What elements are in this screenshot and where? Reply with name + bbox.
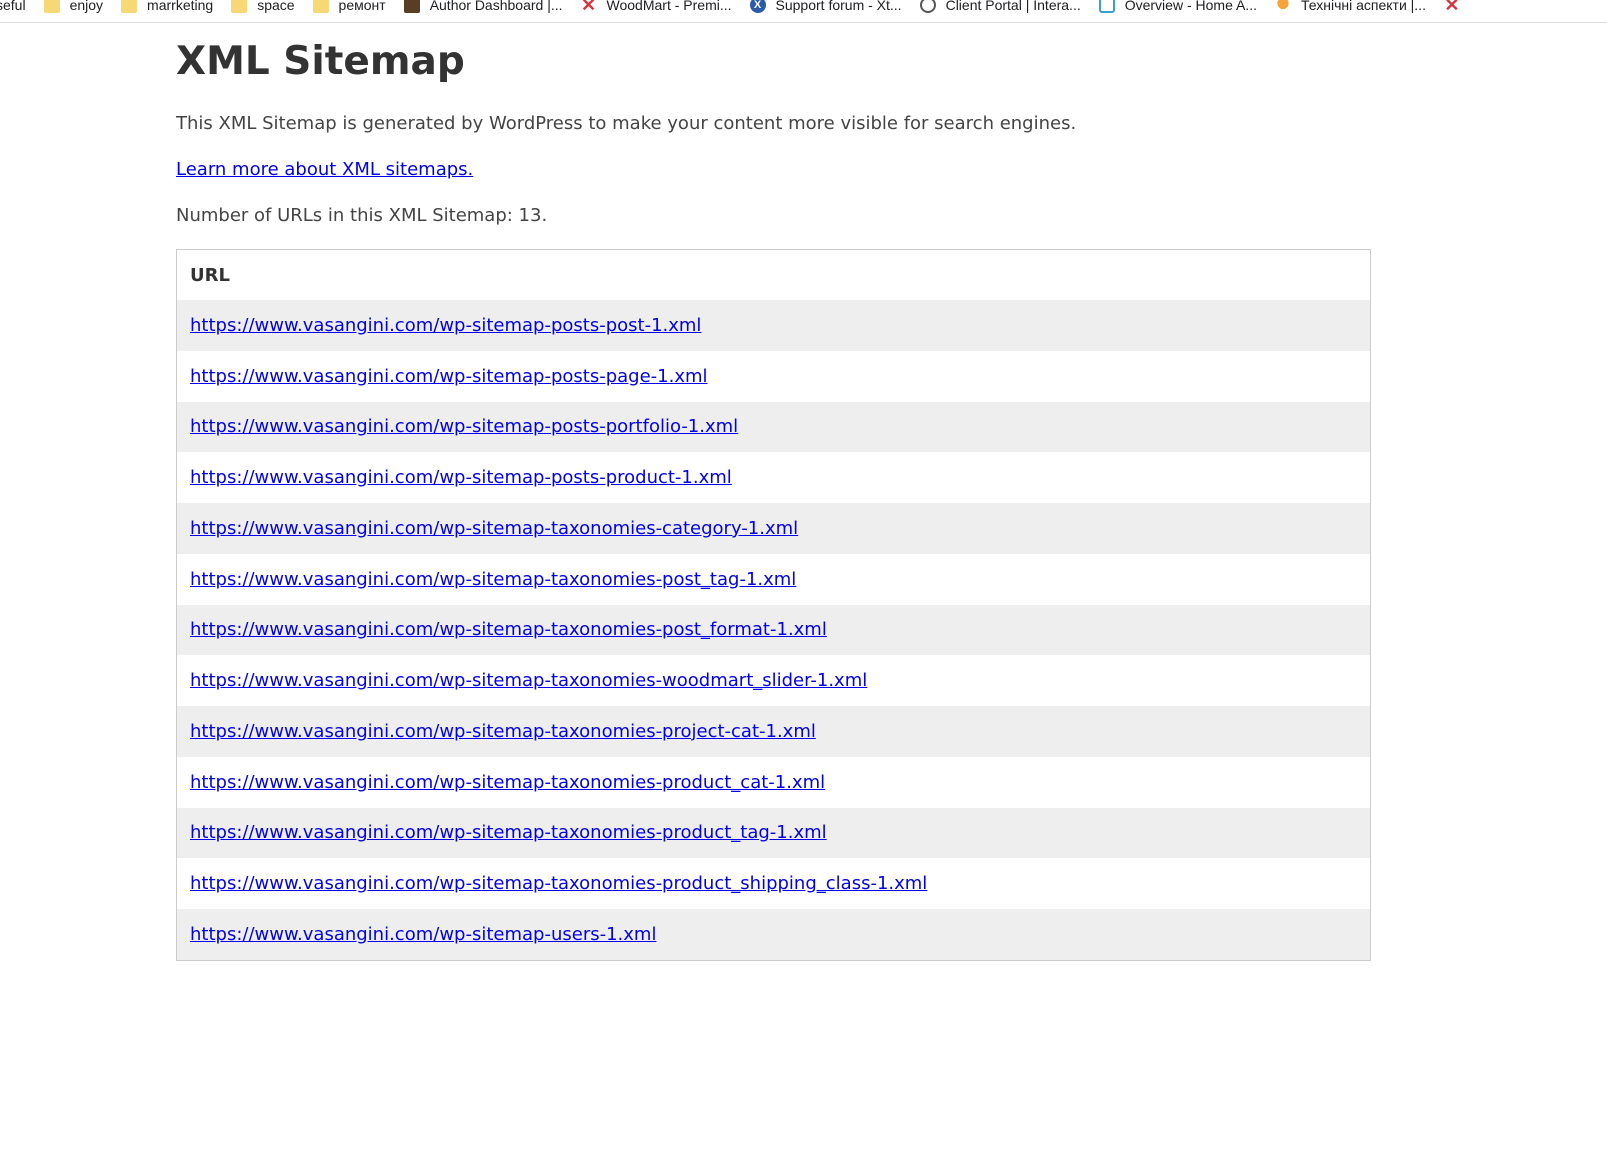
- folder-icon: [121, 0, 138, 13]
- bookmark-tech-aspects[interactable]: Технічні аспекти |...: [1274, 0, 1426, 13]
- bookmark-enjoy[interactable]: enjoy: [43, 0, 104, 13]
- bookmark-space[interactable]: space: [231, 0, 295, 13]
- client-portal-icon: [919, 0, 936, 13]
- folder-icon: [312, 0, 329, 13]
- sitemap-url-link[interactable]: https://www.vasangini.com/wp-sitemap-tax…: [190, 822, 827, 843]
- overview-icon: [1098, 0, 1115, 13]
- sitemap-content: XML Sitemap This XML Sitemap is generate…: [176, 22, 1372, 961]
- bookmark-label: Client Portal | Intera...: [945, 0, 1081, 13]
- bookmark-label: seful: [0, 0, 26, 13]
- sitemap-url-link[interactable]: https://www.vasangini.com/wp-sitemap-pos…: [190, 416, 738, 437]
- sitemap-table: URL https://www.vasangini.com/wp-sitemap…: [176, 249, 1371, 961]
- bookmark-remont[interactable]: ремонт: [312, 0, 386, 13]
- lightbulb-icon: [1274, 0, 1291, 13]
- column-header-url: URL: [190, 264, 230, 286]
- bookmark-author-dashboard[interactable]: Author Dashboard |...: [403, 0, 563, 13]
- table-row: https://www.vasangini.com/wp-sitemap-tax…: [176, 858, 1371, 909]
- page-title: XML Sitemap: [176, 39, 465, 84]
- bookmarks-bar: seful enjoy marrketing space ремонт Auth…: [0, 0, 1607, 23]
- sitemap-url-link[interactable]: https://www.vasangini.com/wp-sitemap-tax…: [190, 772, 825, 793]
- sitemap-description: This XML Sitemap is generated by WordPre…: [176, 113, 1077, 134]
- bookmark-label: space: [257, 0, 295, 13]
- table-row: https://www.vasangini.com/wp-sitemap-tax…: [176, 604, 1371, 656]
- sitemap-url-link[interactable]: https://www.vasangini.com/wp-sitemap-pos…: [190, 467, 732, 488]
- table-row: https://www.vasangini.com/wp-sitemap-tax…: [176, 756, 1371, 808]
- bookmark-label: Support forum - Xt...: [775, 0, 902, 13]
- table-header-row: URL: [177, 250, 1371, 301]
- sitemap-url-link[interactable]: https://www.vasangini.com/wp-sitemap-tax…: [190, 569, 796, 590]
- bookmark-marketing[interactable]: marrketing: [121, 0, 213, 13]
- table-row: https://www.vasangini.com/wp-sitemap-tax…: [176, 706, 1371, 757]
- bookmark-seful[interactable]: seful: [0, 0, 26, 13]
- url-count: Number of URLs in this XML Sitemap: 13.: [176, 205, 548, 226]
- bookmark-label: Overview - Home A...: [1124, 0, 1257, 13]
- sitemap-url-link[interactable]: https://www.vasangini.com/wp-sitemap-tax…: [190, 670, 867, 691]
- table-row: https://www.vasangini.com/wp-sitemap-pos…: [176, 452, 1371, 503]
- bookmark-support-forum[interactable]: X Support forum - Xt...: [749, 0, 902, 13]
- table-row: https://www.vasangini.com/wp-sitemap-pos…: [176, 300, 1371, 351]
- table-row: https://www.vasangini.com/wp-sitemap-tax…: [176, 503, 1371, 554]
- sitemap-url-link[interactable]: https://www.vasangini.com/wp-sitemap-tax…: [190, 518, 798, 539]
- folder-icon: [43, 0, 60, 13]
- bookmark-label: WoodMart - Premi...: [606, 0, 732, 13]
- woodmart-icon: ✕: [580, 0, 597, 15]
- table-row: https://www.vasangini.com/wp-sitemap-tax…: [176, 655, 1371, 706]
- bookmark-label: Технічні аспекти |...: [1300, 0, 1426, 13]
- sitemap-url-link[interactable]: https://www.vasangini.com/wp-sitemap-tax…: [190, 619, 827, 640]
- bookmark-woodmart-2[interactable]: ✕: [1444, 0, 1470, 15]
- bookmark-client-portal[interactable]: Client Portal | Intera...: [919, 0, 1081, 13]
- sitemap-url-link[interactable]: https://www.vasangini.com/wp-sitemap-tax…: [190, 873, 927, 894]
- table-row: https://www.vasangini.com/wp-sitemap-tax…: [176, 807, 1371, 859]
- author-dashboard-icon: [403, 0, 420, 13]
- sitemap-url-link[interactable]: https://www.vasangini.com/wp-sitemap-pos…: [190, 315, 701, 336]
- table-row: https://www.vasangini.com/wp-sitemap-pos…: [176, 350, 1371, 402]
- support-forum-icon: X: [749, 0, 766, 13]
- table-row: https://www.vasangini.com/wp-sitemap-pos…: [176, 401, 1371, 453]
- sitemap-url-link[interactable]: https://www.vasangini.com/wp-sitemap-tax…: [190, 721, 816, 742]
- bookmark-label: marrketing: [147, 0, 214, 13]
- table-row: https://www.vasangini.com/wp-sitemap-tax…: [176, 553, 1371, 605]
- bookmark-overview[interactable]: Overview - Home A...: [1098, 0, 1257, 13]
- woodmart-icon: ✕: [1444, 0, 1460, 15]
- bookmark-label: ремонт: [338, 0, 386, 13]
- bookmark-label: enjoy: [69, 0, 104, 13]
- bookmark-woodmart[interactable]: ✕ WoodMart - Premi...: [580, 0, 732, 15]
- learn-more-link[interactable]: Learn more about XML sitemaps.: [176, 158, 473, 182]
- sitemap-url-link[interactable]: https://www.vasangini.com/wp-sitemap-pos…: [190, 366, 708, 387]
- sitemap-url-link[interactable]: https://www.vasangini.com/wp-sitemap-use…: [190, 924, 656, 945]
- folder-icon: [231, 0, 248, 13]
- table-row: https://www.vasangini.com/wp-sitemap-use…: [176, 909, 1371, 961]
- bookmark-label: Author Dashboard |...: [429, 0, 563, 13]
